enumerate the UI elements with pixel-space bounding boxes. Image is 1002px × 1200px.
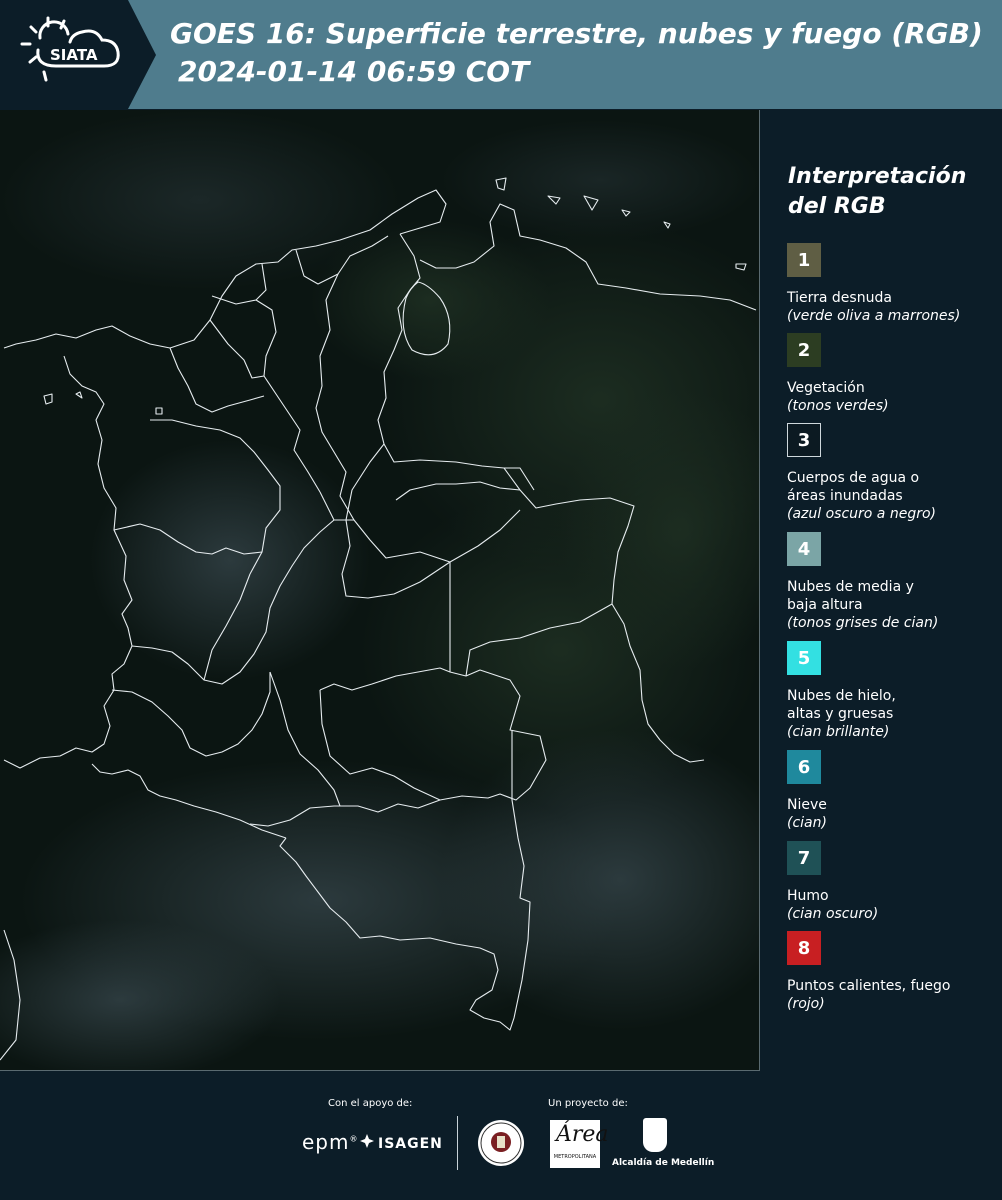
legend-swatch: 7: [787, 841, 821, 875]
header-bar: SIATA GOES 16: Superficie terrestre, nub…: [0, 0, 1002, 109]
legend-item-label: Puntos calientes, fuego: [787, 978, 951, 994]
legend-item-note: (cian brillante): [787, 724, 890, 740]
legend-item-label: Vegetación: [787, 380, 865, 396]
legend-item-label: Nubes de hielo, altas y gruesas: [787, 688, 896, 722]
legend-item-label: Nieve: [787, 797, 827, 813]
legend-item-label: Tierra desnuda: [787, 290, 892, 306]
isagen-logo-text: ISAGEN: [378, 1136, 443, 1152]
epm-logo[interactable]: epm®: [302, 1130, 358, 1154]
alcaldia-shield-icon: [643, 1118, 667, 1152]
alcaldia-logo[interactable]: Alcaldía de Medellín: [612, 1158, 714, 1168]
area-metropolitana-logo[interactable]: Área METROPOLITANA: [550, 1120, 609, 1168]
legend-item-label: Nubes de media y baja altura: [787, 579, 914, 613]
legend-item-note: (cian oscuro): [787, 906, 879, 922]
legend-swatch: 4: [787, 532, 821, 566]
epm-logo-text: epm: [302, 1130, 350, 1154]
legend-item: 7 Humo (cian oscuro): [787, 841, 997, 923]
isagen-mark-icon: [360, 1134, 374, 1152]
timestamp: 2024-01-14 06:59 COT: [178, 55, 530, 88]
legend-item: 3 Cuerpos de agua o áreas inundadas (azu…: [787, 423, 997, 523]
legend-item-note: (verde oliva a marrones): [787, 308, 961, 324]
legend-swatch: 2: [787, 333, 821, 367]
footer-divider: [457, 1116, 458, 1170]
legend-item: 5 Nubes de hielo, altas y gruesas (cian …: [787, 641, 997, 741]
legend-item-note: (cian): [787, 815, 827, 831]
legend-item-note: (azul oscuro a negro): [787, 506, 936, 522]
legend-swatch: 8: [787, 931, 821, 965]
page-title: GOES 16: Superficie terrestre, nubes y f…: [170, 17, 983, 50]
area-logo-letter: Área: [556, 1122, 609, 1147]
legend-item-label: Cuerpos de agua o áreas inundadas: [787, 470, 920, 504]
legend-item-note: (tonos verdes): [787, 398, 889, 414]
legend-item-note: (rojo): [787, 996, 825, 1012]
legend-item: 4 Nubes de media y baja altura (tonos gr…: [787, 532, 997, 632]
legend-item: 6 Nieve (cian): [787, 750, 997, 832]
area-logo-text: METROPOLITANA: [553, 1154, 597, 1160]
satellite-map[interactable]: [0, 110, 760, 1071]
siata-logo-text: SIATA: [50, 46, 98, 64]
project-caption: Un proyecto de:: [548, 1098, 628, 1109]
legend-title: Interpretación del RGB: [788, 164, 967, 219]
legend-item: 1 Tierra desnuda (verde oliva a marrones…: [787, 243, 997, 325]
footer: Con el apoyo de: Un proyecto de: epm® IS…: [0, 1072, 1002, 1200]
legend-swatch: 3: [787, 423, 821, 457]
legend-swatch: 6: [787, 750, 821, 784]
isagen-logo[interactable]: ISAGEN: [360, 1134, 443, 1152]
legend-swatch: 1: [787, 243, 821, 277]
legend-swatch: 5: [787, 641, 821, 675]
legend-item: 8 Puntos calientes, fuego (rojo): [787, 931, 997, 1013]
legend-item: 2 Vegetación (tonos verdes): [787, 333, 997, 415]
siata-logo[interactable]: SIATA: [0, 0, 156, 109]
colombia-boundaries-map: [0, 110, 759, 1070]
support-caption: Con el apoyo de:: [328, 1098, 413, 1109]
registered-mark: ®: [349, 1134, 359, 1144]
seal-logo-icon[interactable]: [478, 1120, 524, 1166]
legend-item-label: Humo: [787, 888, 829, 904]
legend-item-note: (tonos grises de cian): [787, 615, 939, 631]
legend-panel: Interpretación del RGB 1 Tierra desnuda …: [775, 110, 995, 1070]
